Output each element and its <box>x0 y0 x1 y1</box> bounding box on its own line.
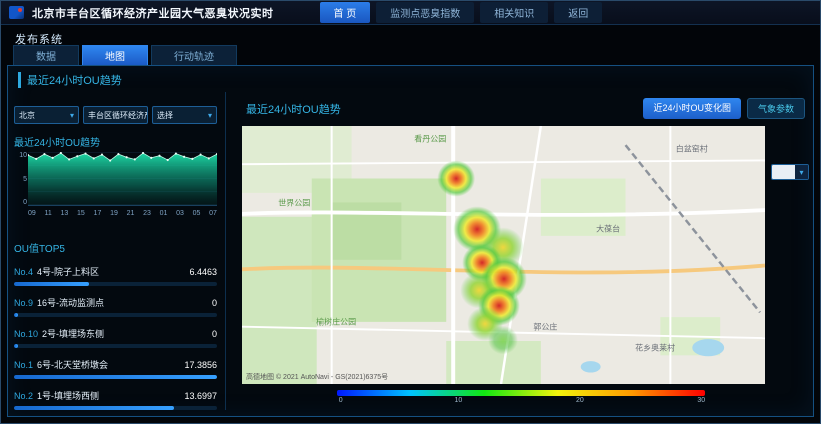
district-select-value: 丰台区循环经济产 <box>88 110 148 121</box>
progress-track <box>14 406 217 410</box>
nav-home[interactable]: 首 页 <box>320 2 371 23</box>
ou-value: 0 <box>212 298 217 308</box>
nav-back[interactable]: 返回 <box>554 2 602 23</box>
main-panel: 最近24小时OU趋势 北京 ▾ 丰台区循环经济产 ▾ 选择 ▾ 最近24小时OU… <box>7 65 814 417</box>
chevron-down-icon: ▾ <box>208 111 212 120</box>
site-name: 2号-填埋场东侧 <box>42 327 208 340</box>
top5-bar-fill <box>14 406 174 410</box>
site-select[interactable]: 选择 ▾ <box>152 106 217 124</box>
map-canvas <box>242 126 765 384</box>
y-tick: 5 <box>14 176 27 183</box>
top5-row: No.9 16号-流动监测点 0 <box>14 296 217 317</box>
legend-tick: 20 <box>576 397 584 404</box>
rank-label: No.1 <box>14 360 33 370</box>
main-nav: 首 页 监测点恶臭指数 相关知识 返回 <box>320 2 603 23</box>
legend-tick: 10 <box>455 397 463 404</box>
map-label: 郭公庄 <box>533 322 557 333</box>
x-tick: 13 <box>61 210 69 217</box>
top5-row: No.2 1号-填埋场西侧 13.6997 <box>14 389 217 410</box>
weather-params-button[interactable]: 气象参数 <box>747 98 805 119</box>
trend-plot-area <box>28 152 217 206</box>
city-select[interactable]: 北京 ▾ <box>14 106 79 124</box>
site-name: 16号-流动监测点 <box>37 296 208 309</box>
tab-data[interactable]: 数据 <box>13 45 79 66</box>
ou-trend-chart: 10 5 0 09 11 13 <box>14 152 217 228</box>
app-title: 北京市丰台区循环经济产业园大气恶臭状况实时 <box>32 5 274 21</box>
top5-row: No.10 2号-填埋场东侧 0 <box>14 327 217 348</box>
map-label: 看丹公园 <box>414 133 446 144</box>
x-tick: 23 <box>143 210 151 217</box>
site-select-value: 选择 <box>157 110 173 121</box>
x-tick: 09 <box>28 210 36 217</box>
x-tick: 19 <box>110 210 118 217</box>
progress-track <box>14 282 217 286</box>
ou-value: 0 <box>212 329 217 339</box>
chevron-down-icon: ▾ <box>70 111 74 120</box>
rank-label: No.10 <box>14 329 38 339</box>
ou-value: 17.3856 <box>184 360 217 370</box>
left-panel: 北京 ▾ 丰台区循环经济产 ▾ 选择 ▾ 最近24小时OU趋势 10 5 0 <box>14 92 226 410</box>
top5-bar-fill <box>14 375 217 379</box>
map-label: 花乡奥莱村 <box>635 342 675 353</box>
x-tick: 03 <box>176 210 184 217</box>
map-period-value <box>772 165 795 179</box>
map-label: 大葆台 <box>596 224 620 235</box>
map-label: 榆树庄公园 <box>316 317 356 328</box>
map-attribution: 高德地图 © 2021 AutoNavi - GS(2021)6375号 <box>246 372 388 382</box>
map-label: 世界公园 <box>278 198 310 209</box>
filter-selects: 北京 ▾ 丰台区循环经济产 ▾ 选择 ▾ <box>14 106 217 124</box>
rank-label: No.4 <box>14 267 33 277</box>
progress-track <box>14 344 217 348</box>
x-tick: 21 <box>127 210 135 217</box>
progress-track <box>14 313 217 317</box>
map-period-select[interactable]: ▾ <box>771 164 809 180</box>
trend-chart-title: 最近24小时OU趋势 <box>14 134 217 149</box>
heatmap-legend: 0 10 20 30 <box>337 390 705 406</box>
x-tick: 15 <box>77 210 85 217</box>
trend-y-axis: 10 5 0 <box>14 152 27 206</box>
app-logo-icon <box>9 6 24 19</box>
ou-change-map-button[interactable]: 近24小时OU变化图 <box>643 98 741 119</box>
top5-bar-fill <box>14 344 18 348</box>
nav-odor-index[interactable]: 监测点恶臭指数 <box>376 2 474 23</box>
district-select[interactable]: 丰台区循环经济产 ▾ <box>83 106 148 124</box>
top5-title: OU值TOP5 <box>14 240 217 255</box>
x-tick: 01 <box>160 210 168 217</box>
rank-label: No.9 <box>14 298 33 308</box>
map-label: 白盆窑村 <box>676 144 708 155</box>
map-panel-header: 最近24小时OU趋势 近24小时OU变化图 气象参数 <box>232 92 813 119</box>
trend-x-labels: 09 11 13 15 17 19 21 23 01 03 05 07 <box>28 210 217 217</box>
heatmap-map[interactable]: 看丹公园 世界公园 大葆台 白盆窑村 郭公庄 花乡奥莱村 榆树庄公园 高德地图 … <box>242 126 765 384</box>
site-name: 1号-填埋场西侧 <box>37 389 180 402</box>
x-tick: 07 <box>209 210 217 217</box>
x-tick: 05 <box>193 210 201 217</box>
section-title: 最近24小时OU趋势 <box>18 72 122 88</box>
site-name: 4号-院子上料区 <box>37 265 185 278</box>
top5-bar-fill <box>14 282 89 286</box>
y-tick: 10 <box>14 152 27 159</box>
nav-knowledge[interactable]: 相关知识 <box>480 2 548 23</box>
chevron-down-icon: ▾ <box>795 165 808 179</box>
city-select-value: 北京 <box>19 110 35 121</box>
y-tick: 0 <box>14 199 27 206</box>
right-panel: 最近24小时OU趋势 近24小时OU变化图 气象参数 <box>232 92 813 410</box>
ou-value: 6.4463 <box>189 267 217 277</box>
top5-row: No.4 4号-院子上料区 6.4463 <box>14 265 217 286</box>
x-tick: 17 <box>94 210 102 217</box>
progress-track <box>14 375 217 379</box>
map-panel-title: 最近24小时OU趋势 <box>246 101 341 117</box>
view-tabs: 数据 地图 行动轨迹 <box>13 45 237 66</box>
legend-tick: 30 <box>697 397 705 404</box>
top5-bar-fill <box>14 313 18 317</box>
tab-map[interactable]: 地图 <box>82 45 148 66</box>
tab-trajectory[interactable]: 行动轨迹 <box>151 45 237 66</box>
legend-tick: 0 <box>339 397 343 404</box>
app-header: 北京市丰台区循环经济产业园大气恶臭状况实时 首 页 监测点恶臭指数 相关知识 返… <box>1 1 820 25</box>
site-name: 6号-北天堂桥墩会 <box>37 358 180 371</box>
ou-value: 13.6997 <box>184 391 217 401</box>
x-tick: 11 <box>45 210 52 217</box>
top5-row: No.1 6号-北天堂桥墩会 17.3856 <box>14 358 217 379</box>
rank-label: No.2 <box>14 391 33 401</box>
